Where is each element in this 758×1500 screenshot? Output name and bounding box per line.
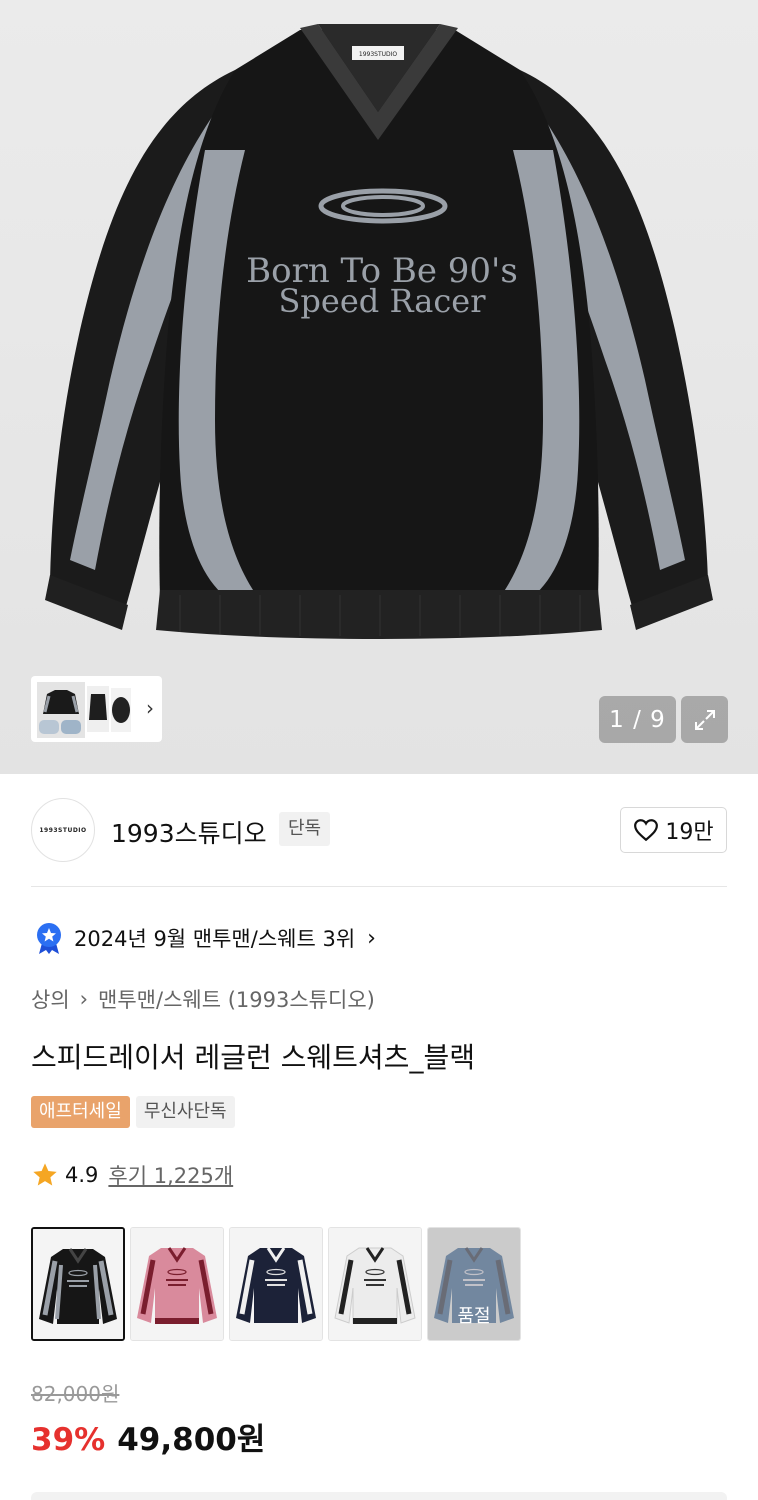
divider: [31, 886, 727, 887]
after-sale-badge: 애프터세일: [31, 1096, 130, 1128]
neck-label: 1993STUDIO: [359, 51, 398, 58]
color-option-blue[interactable]: 품절: [427, 1227, 521, 1341]
brand-logo[interactable]: 1993STUDIO: [31, 798, 95, 862]
product-photo: 1993STUDIO Born To Be 90's Speed Racer: [45, 24, 713, 639]
expand-button[interactable]: [681, 696, 728, 743]
like-count: 19만: [665, 820, 714, 845]
final-price: 49,800원: [117, 1422, 266, 1458]
color-option-white[interactable]: [328, 1227, 422, 1341]
chevron-right-icon: ›: [146, 696, 154, 720]
brand-logo-text: 1993STUDIO: [39, 826, 87, 834]
option-thumbnail: [230, 1228, 322, 1340]
expand-icon: [694, 709, 715, 730]
soldout-label: 품절: [457, 1306, 491, 1327]
breadcrumb: 상의 › 맨투맨/스웨트 (1993스튜디오): [31, 984, 375, 1014]
breadcrumb-subcategory[interactable]: 맨투맨/스웨트 (1993스튜디오): [98, 984, 375, 1014]
product-badges: 애프터세일 무신사단독: [31, 1096, 235, 1128]
chevron-right-icon: ›: [79, 987, 89, 1011]
image-counter: 1 / 9: [599, 696, 676, 743]
thumbnail-preview: [35, 680, 131, 738]
original-price: 82,000원: [31, 1382, 120, 1406]
color-option-black[interactable]: [31, 1227, 125, 1341]
soldout-overlay: 품절: [428, 1228, 520, 1340]
option-thumbnail: [33, 1229, 123, 1339]
option-thumbnail: [131, 1228, 223, 1340]
star-icon: [33, 1163, 57, 1186]
musinsa-exclusive-badge: 무신사단독: [135, 1096, 235, 1128]
print-line-2: Speed Racer: [279, 282, 487, 320]
price-row: 39% 49,800원: [31, 1414, 265, 1459]
color-options: 품절: [31, 1227, 521, 1341]
ranking-text: 2024년 9월 맨투맨/스웨트 3위: [74, 927, 356, 951]
review-count-link[interactable]: 후기 1,225개: [108, 1160, 233, 1190]
brand-row: 1993STUDIO 1993스튜디오 단독 19만: [31, 798, 727, 862]
next-section-edge: [31, 1492, 727, 1500]
product-title: 스피드레이서 레글런 스웨트셔츠_블랙: [31, 1041, 475, 1074]
color-option-navy[interactable]: [229, 1227, 323, 1341]
rating: 4.9 후기 1,225개: [31, 1160, 233, 1190]
brand-name[interactable]: 1993스튜디오: [111, 814, 267, 850]
gallery-thumbnail-strip[interactable]: ›: [31, 676, 162, 742]
chevron-right-icon: ›: [367, 925, 376, 951]
rating-score: 4.9: [65, 1163, 99, 1187]
breadcrumb-category[interactable]: 상의: [31, 984, 70, 1014]
heart-icon: [634, 819, 659, 842]
ranking-link[interactable]: 2024년 9월 맨투맨/스웨트 3위 ›: [34, 920, 376, 956]
ranking-medal-icon: [37, 923, 61, 954]
option-thumbnail: [329, 1228, 421, 1340]
like-button[interactable]: 19만: [620, 807, 727, 853]
color-option-pink[interactable]: [130, 1227, 224, 1341]
discount-rate: 39%: [31, 1422, 106, 1458]
brand-exclusive-tag: 단독: [279, 812, 331, 846]
product-image-gallery[interactable]: 1993STUDIO Born To Be 90's Speed Racer ›…: [0, 0, 758, 774]
